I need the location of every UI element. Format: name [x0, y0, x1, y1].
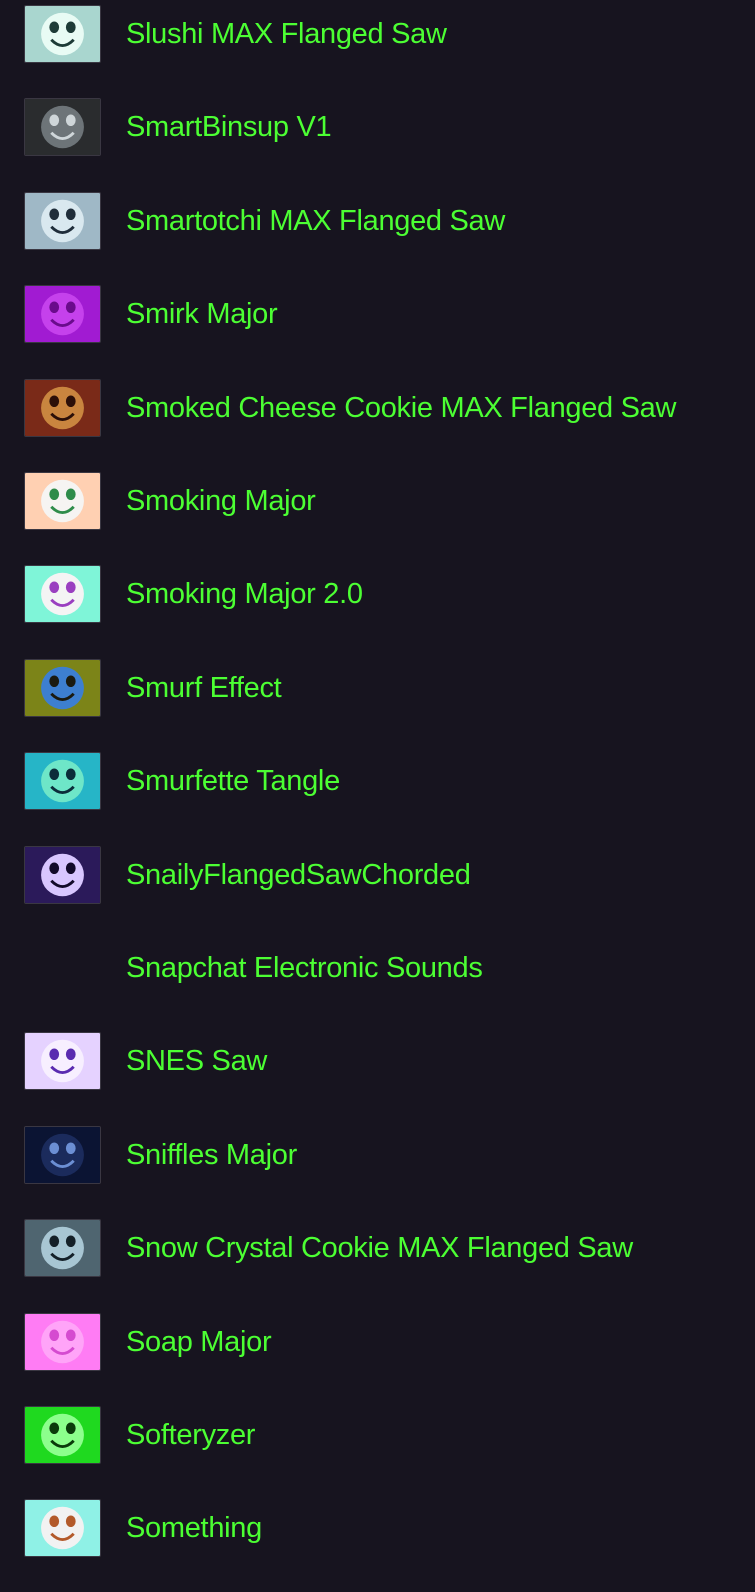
list-item-label: Sniffles Major [126, 1139, 297, 1171]
list-item-label: SNES Saw [126, 1045, 268, 1077]
list-item[interactable]: Smurfette Tangle [0, 752, 755, 812]
something-face-icon [24, 1499, 101, 1557]
list-item[interactable]: Smirk Major [0, 285, 755, 345]
smoked-cheese-cookie-face-icon [24, 379, 101, 437]
soap-face-icon [24, 1313, 101, 1371]
sniffles-face-icon [24, 1126, 101, 1184]
smartotchi-face-icon [24, 192, 101, 250]
list-item[interactable]: Smoking Major 2.0 [0, 565, 755, 625]
list-item[interactable]: Something [0, 1499, 755, 1559]
list-item-label: Something [126, 1512, 262, 1544]
list-item[interactable]: Smartotchi MAX Flanged Saw [0, 192, 755, 252]
smoking-face-icon [24, 472, 101, 530]
list-item-label: Slushi MAX Flanged Saw [126, 18, 447, 50]
snes-face-icon [24, 1032, 101, 1090]
smurfette-face-icon [24, 752, 101, 810]
slushi-face-icon [24, 5, 101, 63]
list-item[interactable]: Smurf Effect [0, 659, 755, 719]
list-item[interactable]: Smoked Cheese Cookie MAX Flanged Saw [0, 379, 755, 439]
list-item[interactable]: Softeryzer [0, 1406, 755, 1466]
list-item-label: Smoked Cheese Cookie MAX Flanged Saw [126, 392, 677, 424]
list-item-label: Smirk Major [126, 298, 278, 330]
list-item-label: Smartotchi MAX Flanged Saw [126, 205, 506, 237]
smirk-face-icon [24, 285, 101, 343]
list-item-label: Smurf Effect [126, 672, 282, 704]
list-item-label: SnailyFlangedSawChorded [126, 859, 471, 891]
list-item-label: SmartBinsup V1 [126, 111, 332, 143]
list-item-label: Soap Major [126, 1326, 272, 1358]
smartbinsup-screen-icon [24, 98, 101, 156]
sound-list: Slushi MAX Flanged Saw SmartBinsup V1 Smar… [0, 0, 755, 1592]
list-item[interactable]: SNES Saw [0, 1032, 755, 1092]
list-item[interactable]: Sniffles Major [0, 1126, 755, 1186]
list-item[interactable]: Smoking Major [0, 472, 755, 532]
list-item-label: Snapchat Electronic Sounds [126, 952, 483, 984]
smurf-face-icon [24, 659, 101, 717]
list-item-label: Smoking Major [126, 485, 316, 517]
smoking-2-face-icon [24, 565, 101, 623]
snow-crystal-cookie-face-icon [24, 1219, 101, 1277]
list-item[interactable]: Slushi MAX Flanged Saw [0, 5, 755, 65]
list-item[interactable]: Snapchat Electronic Sounds [0, 939, 755, 999]
list-item[interactable]: SnailyFlangedSawChorded [0, 846, 755, 906]
list-item-label: Smurfette Tangle [126, 765, 340, 797]
list-item[interactable]: Soap Major [0, 1313, 755, 1373]
list-item[interactable]: Snow Crystal Cookie MAX Flanged Saw [0, 1219, 755, 1279]
list-item-label: Softeryzer [126, 1419, 256, 1451]
softeryzer-face-icon [24, 1406, 101, 1464]
list-item-label: Smoking Major 2.0 [126, 578, 363, 610]
list-item[interactable]: SmartBinsup V1 [0, 98, 755, 158]
list-item-label: Snow Crystal Cookie MAX Flanged Saw [126, 1232, 633, 1264]
snaily-face-icon [24, 846, 101, 904]
